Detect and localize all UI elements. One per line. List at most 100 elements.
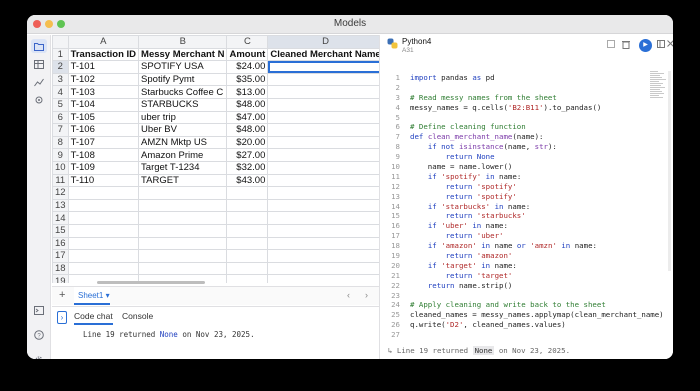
code-line[interactable]: 19 return 'amazon'	[380, 251, 650, 261]
row-header[interactable]: 4	[52, 85, 69, 99]
data-cell[interactable]	[267, 123, 379, 137]
data-cell[interactable]: $35.00	[226, 72, 269, 87]
data-cell[interactable]: $24.00	[226, 60, 269, 74]
code-line[interactable]: 24 # Apply cleaning and write back to the…	[380, 300, 650, 310]
code-line[interactable]: 25 cleaned_names = messy_names.applymap(c…	[380, 310, 664, 320]
column-header-b[interactable]: B	[138, 35, 228, 49]
sheet-tab[interactable]: Sheet1 ▾	[74, 287, 110, 305]
chart-icon[interactable]	[31, 75, 47, 89]
code-line[interactable]: 6 # Define cleaning function	[380, 122, 650, 132]
row-header[interactable]: 9	[52, 148, 69, 162]
code-line[interactable]: 12 return 'spotify'	[380, 182, 650, 192]
data-cell[interactable]	[267, 148, 379, 162]
header-cell[interactable]: Transaction ID	[67, 47, 140, 62]
data-cell[interactable]	[67, 211, 140, 225]
data-cell[interactable]	[226, 274, 269, 283]
row-header[interactable]: 12	[52, 186, 69, 200]
data-cell[interactable]	[267, 173, 379, 188]
data-cell[interactable]: Amazon Prime	[138, 148, 228, 162]
data-cell[interactable]	[267, 198, 379, 213]
data-cell[interactable]: T-103	[67, 85, 140, 99]
row-header[interactable]: 2	[52, 60, 69, 74]
corner-cell[interactable]	[52, 35, 69, 49]
data-cell[interactable]	[267, 97, 379, 112]
data-cell[interactable]: T-108	[67, 148, 140, 162]
row-header[interactable]: 13	[52, 198, 69, 213]
data-cell[interactable]: T-106	[67, 123, 140, 137]
row-header[interactable]: 11	[52, 173, 69, 188]
data-cell[interactable]	[226, 186, 269, 200]
data-cell[interactable]	[226, 198, 269, 213]
data-cell[interactable]	[267, 261, 379, 276]
data-cell[interactable]	[67, 249, 140, 263]
data-cell[interactable]: T-109	[67, 160, 140, 175]
row-header[interactable]: 10	[52, 160, 69, 175]
row-header[interactable]: 15	[52, 223, 69, 238]
next-sheet-icon[interactable]: ›	[365, 290, 368, 300]
data-cell[interactable]: T-105	[67, 110, 140, 125]
row-header[interactable]: 6	[52, 110, 69, 125]
code-line[interactable]: 21 return 'target'	[380, 271, 650, 281]
data-cell[interactable]: T-110	[67, 173, 140, 188]
data-cell[interactable]	[267, 223, 379, 238]
code-line[interactable]: 22 return name.strip()	[380, 281, 650, 291]
data-cell[interactable]: T-101	[67, 60, 140, 74]
data-cell[interactable]	[138, 236, 228, 251]
row-header[interactable]: 19	[52, 274, 69, 283]
data-cell[interactable]	[67, 186, 140, 200]
data-cell[interactable]	[138, 249, 228, 263]
row-header[interactable]: 18	[52, 261, 69, 276]
chevron-down-icon[interactable]: ▾	[106, 291, 110, 300]
data-cell[interactable]: STARBUCKS	[138, 97, 228, 112]
code-line[interactable]: 23	[380, 291, 650, 301]
data-cell[interactable]: Starbucks Coffee C	[138, 85, 228, 99]
column-header-d[interactable]: D	[267, 35, 379, 49]
code-line[interactable]: 5	[380, 113, 650, 123]
data-cell[interactable]	[267, 236, 379, 251]
data-cell[interactable]	[67, 261, 140, 276]
grid-table[interactable]: ABCD 1 Transaction ID Messy Merchant N Amou…	[52, 35, 379, 283]
data-cell[interactable]: $43.00	[226, 173, 269, 188]
code-line[interactable]: 2	[380, 83, 650, 93]
row-header[interactable]: 5	[52, 97, 69, 112]
data-cell[interactable]: Target T-1234	[138, 160, 228, 175]
row-header[interactable]: 8	[52, 135, 69, 150]
data-cell[interactable]: $20.00	[226, 135, 269, 150]
data-cell[interactable]: uber trip	[138, 110, 228, 125]
help-icon[interactable]: ?	[31, 328, 47, 342]
add-sheet-button[interactable]: +	[59, 289, 65, 301]
code-line[interactable]: 15 return 'starbucks'	[380, 211, 650, 221]
data-cell[interactable]: AMZN Mktp US	[138, 135, 228, 150]
split-view-icon[interactable]	[657, 40, 665, 50]
code-line[interactable]: 10 name = name.lower()	[380, 162, 650, 172]
code-line[interactable]: 26 q.write('D2', cleaned_names.values)	[380, 320, 650, 330]
data-cell[interactable]: $13.00	[226, 85, 269, 99]
header-cell[interactable]: Messy Merchant N	[138, 47, 228, 62]
data-cell[interactable]	[138, 223, 228, 238]
code-line[interactable]: 3 # Read messy names from the sheet	[380, 93, 650, 103]
data-cell[interactable]	[267, 249, 379, 263]
header-cell[interactable]: Amount	[226, 47, 269, 62]
data-cell[interactable]	[267, 72, 379, 87]
data-cell[interactable]	[267, 85, 379, 99]
run-button[interactable]: ▶	[639, 39, 652, 52]
data-cell[interactable]	[138, 186, 228, 200]
data-cell[interactable]	[267, 135, 379, 150]
data-cell[interactable]	[138, 211, 228, 225]
data-cell[interactable]	[138, 198, 228, 213]
spreadsheet-grid[interactable]: ABCD 1 Transaction ID Messy Merchant N Amou…	[52, 35, 379, 283]
data-cell[interactable]	[267, 160, 379, 175]
tab-code-chat[interactable]: Code chat	[74, 311, 113, 325]
previous-sheet-icon[interactable]: ‹	[347, 290, 350, 300]
data-cell[interactable]	[67, 198, 140, 213]
panel-toggle-icon[interactable]: ›	[57, 311, 67, 324]
vertical-scrollbar[interactable]	[668, 71, 671, 271]
header-cell[interactable]: Cleaned Merchant Name	[267, 47, 379, 62]
data-cell[interactable]: T-107	[67, 135, 140, 150]
data-cell[interactable]	[226, 223, 269, 238]
folder-icon[interactable]	[31, 39, 47, 53]
data-cell[interactable]	[226, 249, 269, 263]
data-cell[interactable]	[267, 60, 379, 74]
data-cell[interactable]: SPOTIFY USA	[138, 60, 228, 74]
code-line[interactable]: 4 messy_names = q.cells('B2:B11').to_pand…	[380, 103, 650, 113]
